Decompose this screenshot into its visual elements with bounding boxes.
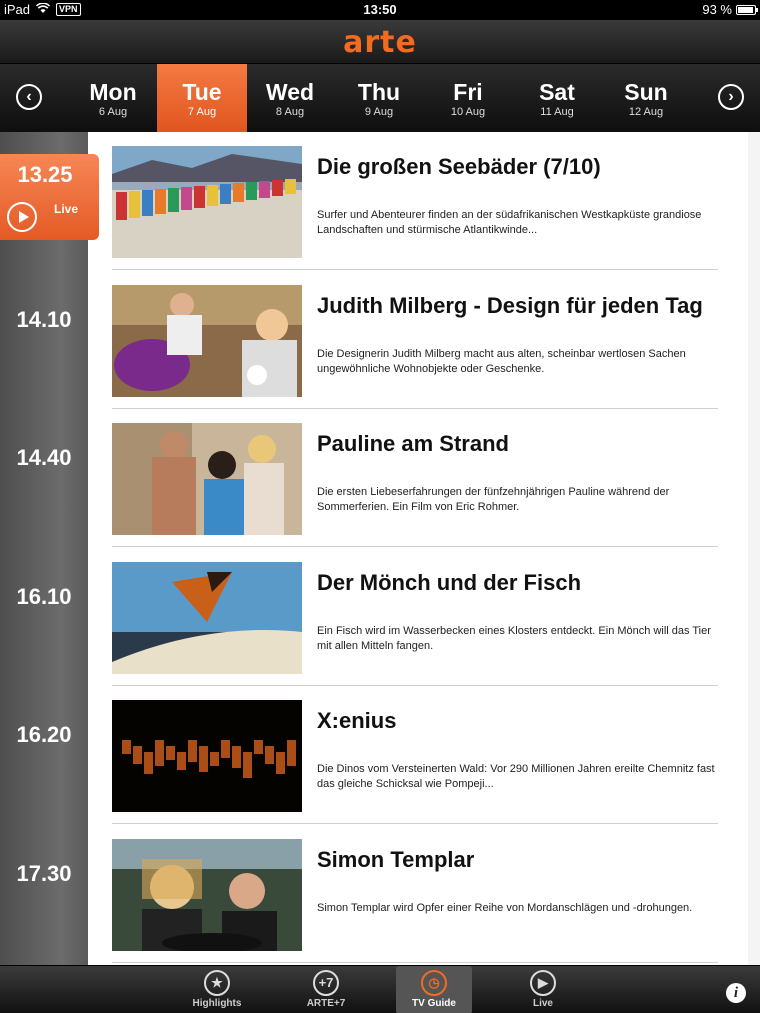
tab-tv-guide[interactable]: ◷ TV Guide (396, 966, 472, 1013)
day-name: Thu (357, 79, 401, 105)
day-date: 7 Aug (187, 106, 217, 118)
day-tab-wed[interactable]: Wed 8 Aug (245, 64, 335, 132)
day-date: 6 Aug (98, 106, 128, 118)
program-description: Die Dinos vom Versteinerten Wald: Vor 29… (317, 763, 715, 790)
program-thumbnail[interactable] (112, 561, 302, 674)
program-description: Die Designerin Judith Milberg macht aus … (317, 347, 686, 375)
day-tab-sat[interactable]: Sat 11 Aug (512, 64, 602, 132)
day-tab-sun[interactable]: Sun 12 Aug (601, 64, 691, 132)
program-description: Simon Templar wird Opfer einer Reihe von… (317, 901, 693, 914)
program-row[interactable]: Pauline am Strand Die ersten Liebeserfahr… (112, 409, 718, 547)
program-title: Die großen Seebäder (7/10) (317, 154, 601, 179)
tab-highlights[interactable]: ★ Highlights (179, 966, 255, 1013)
program-thumbnail[interactable] (112, 423, 302, 535)
program-row[interactable]: Judith Milberg - Design für jeden Tag Die… (112, 271, 718, 409)
tab-live[interactable]: ▶ Live (505, 966, 581, 1013)
day-date: 12 Aug (628, 106, 664, 118)
status-time: 13:50 (363, 2, 397, 17)
program-row[interactable]: Simon Templar Simon Templar wird Opfer ei… (112, 825, 718, 963)
program-title: Pauline am Strand (317, 431, 509, 456)
program-row[interactable]: Die großen Seebäder (7/10) Surfer und Abe… (112, 132, 718, 270)
program-title: Judith Milberg - Design für jeden Tag (317, 292, 703, 318)
program-title: Simon Templar (317, 846, 475, 872)
program-title: Der Mönch und der Fisch (317, 569, 582, 595)
tab-label: Live (532, 998, 553, 1009)
program-thumbnail[interactable] (112, 146, 302, 258)
day-date: 10 Aug (450, 106, 486, 118)
day-name: Sun (624, 79, 668, 105)
star-icon: ★ (204, 970, 230, 996)
day-date: 9 Aug (364, 106, 394, 118)
play-icon[interactable] (7, 202, 37, 232)
day-tab-fri[interactable]: Fri 10 Aug (423, 64, 513, 132)
day-selector: ‹ Mon 6 Aug Tue 7 Aug Wed 8 Aug Thu 9 Aug Fri 10 … (0, 64, 760, 136)
scroll-rail (748, 132, 760, 965)
battery-icon (736, 4, 758, 15)
timeline-rail: 14.10 14.40 16.10 16.20 17.30 (0, 132, 88, 965)
program-thumbnail[interactable] (112, 284, 302, 397)
battery-percent: 93 % (702, 2, 732, 17)
next-week-button[interactable]: › (718, 84, 744, 110)
play-icon: ▶ (530, 970, 556, 996)
clock-icon: ◷ (421, 970, 447, 996)
program-title: X:enius (317, 708, 397, 733)
live-label: Live (54, 202, 79, 216)
program-description: Ein Fisch wird im Wasserbecken eines Klo… (317, 624, 711, 652)
status-bar: iPad VPN 13:50 93 % (0, 0, 760, 20)
day-name: Wed (265, 79, 315, 105)
program-row[interactable]: X:enius Die Dinos vom Versteinerten Wald:… (112, 686, 718, 824)
tab-bar: ★ Highlights +7 ARTE+7 ◷ TV Guide ▶ Live i (0, 965, 760, 1013)
program-time: 14.40 (16, 445, 72, 470)
program-time: 16.10 (16, 583, 72, 609)
info-button[interactable]: i (726, 983, 746, 1003)
day-name: Tue (182, 79, 222, 105)
day-tab-tue[interactable]: Tue 7 Aug (157, 64, 247, 136)
tab-label: TV Guide (412, 998, 456, 1009)
program-time: 16.20 (16, 722, 72, 747)
program-row[interactable]: Der Mönch und der Fisch Ein Fisch wird im… (112, 548, 718, 686)
day-name: Fri (453, 79, 483, 105)
tab-arte-7[interactable]: +7 ARTE+7 (288, 966, 364, 1013)
live-time: 13.25 (17, 162, 73, 187)
tab-label: Highlights (192, 998, 242, 1009)
program-time: 14.10 (16, 306, 72, 332)
arte-plus7-icon: +7 (313, 970, 339, 996)
day-date: 8 Aug (275, 106, 305, 118)
program-thumbnail[interactable] (112, 700, 302, 812)
program-time: 17.30 (16, 860, 72, 886)
tab-label: ARTE+7 (306, 998, 346, 1009)
previous-week-button[interactable]: ‹ (16, 84, 42, 110)
app-header: arte (0, 20, 760, 64)
schedule-list: 14.10 14.40 16.10 16.20 17.30 Die großen See… (0, 132, 760, 965)
arte-logo: arte (343, 25, 417, 60)
program-description: Die ersten Liebeserfahrungen der fünfzeh… (317, 486, 670, 513)
program-description: Surfer und Abenteurer finden an der süda… (317, 209, 702, 236)
day-date: 11 Aug (540, 106, 574, 118)
live-now-badge[interactable]: 13.25 Live (0, 154, 99, 240)
day-name: Mon (89, 79, 137, 105)
day-tab-mon[interactable]: Mon 6 Aug (68, 64, 158, 132)
day-name: Sat (539, 79, 575, 105)
day-tab-thu[interactable]: Thu 9 Aug (334, 64, 424, 132)
program-thumbnail[interactable] (112, 838, 302, 951)
